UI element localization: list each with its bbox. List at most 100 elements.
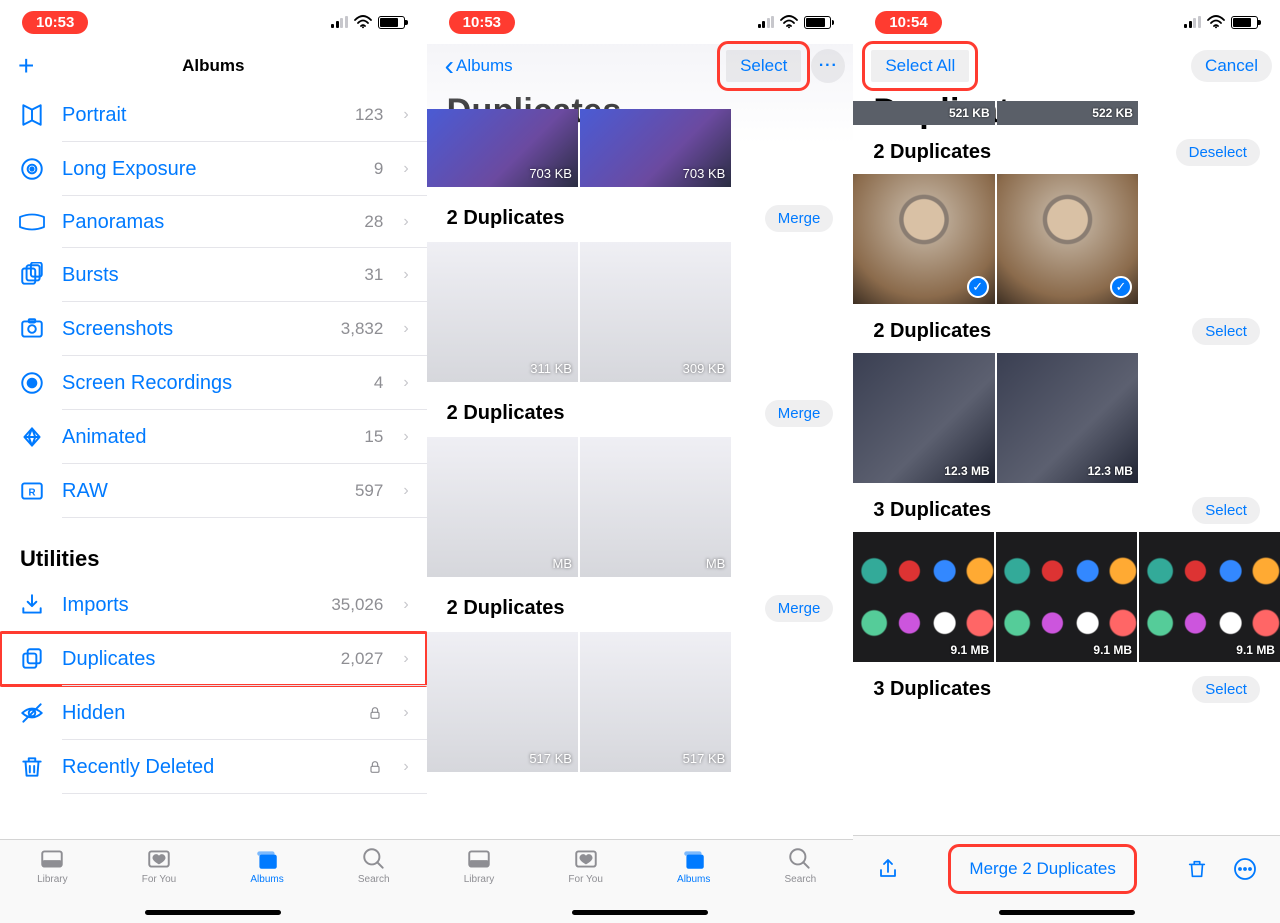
group-header: 2 Duplicates Merge [427, 382, 854, 437]
select-all-button[interactable]: Select All [871, 50, 969, 82]
merge-button[interactable]: Merge [765, 595, 834, 622]
chevron-right-icon: › [403, 650, 408, 668]
merge-button[interactable]: Merge 2 Duplicates [957, 853, 1127, 885]
add-button[interactable]: + [18, 50, 34, 82]
more-button[interactable] [1230, 854, 1260, 884]
tab-search[interactable]: Search [358, 846, 390, 923]
thumbnail[interactable]: 9.1 MB [1139, 532, 1280, 662]
list-row-hidden[interactable]: Hidden › [0, 686, 427, 740]
thumbnail[interactable]: ✓ [853, 174, 994, 304]
chevron-right-icon: › [403, 213, 408, 231]
thumbnail[interactable]: 9.1 MB [996, 532, 1137, 662]
thumbnail[interactable]: 522 KB [997, 101, 1138, 125]
row-label: Hidden [62, 702, 335, 725]
thumbnail[interactable]: MB [580, 437, 731, 577]
tab-search[interactable]: Search [785, 846, 817, 923]
list-row-screenshots[interactable]: Screenshots 3,832 › [0, 302, 427, 356]
duplicate-pair: 703 KB 703 KB [427, 109, 854, 187]
group-header: 2 Duplicates Deselect [853, 125, 1280, 174]
home-indicator [145, 910, 281, 915]
battery-icon [378, 16, 405, 29]
home-indicator [572, 910, 708, 915]
list-row-screen-rec[interactable]: Screen Recordings 4 › [0, 356, 427, 410]
list-row-portrait[interactable]: Portrait 123 › [0, 88, 427, 142]
select-button[interactable]: Select [726, 50, 801, 82]
chevron-right-icon: › [403, 106, 408, 124]
list-row-trash[interactable]: Recently Deleted › [0, 740, 427, 794]
thumbnail[interactable]: ✓ [997, 174, 1138, 304]
chevron-right-icon: › [403, 160, 408, 178]
screen-rec-icon [18, 370, 46, 396]
tab-label: Library [37, 874, 68, 885]
row-label: Imports [62, 594, 315, 617]
group-title: 2 Duplicates [447, 207, 565, 230]
tab-label: For You [142, 874, 176, 885]
chevron-right-icon: › [403, 482, 408, 500]
merge-button[interactable]: Merge [765, 400, 834, 427]
thumbnail[interactable]: 9.1 MB [853, 532, 994, 662]
group-header: 2 Duplicates Merge [427, 187, 854, 242]
status-bar: 10:54 [853, 0, 1280, 44]
thumbnail[interactable]: 703 KB [580, 109, 731, 187]
back-button[interactable]: ‹Albums [445, 56, 513, 76]
duplicate-group: 12.3 MB 12.3 MB [853, 353, 1280, 483]
share-button[interactable] [873, 854, 903, 884]
thumbnail[interactable]: 517 KB [580, 632, 731, 772]
nav-bar: ‹Albums Select ··· [427, 44, 854, 88]
thumbnail[interactable]: 311 KB [427, 242, 578, 382]
group-action-button[interactable]: Select [1192, 318, 1260, 345]
more-button[interactable]: ··· [811, 49, 845, 83]
duplicate-pair: 311 KB309 KB [427, 242, 854, 382]
duplicates-icon [18, 646, 46, 672]
row-label: Duplicates [62, 648, 325, 671]
thumbnail[interactable]: MB [427, 437, 578, 577]
recording-time: 10:54 [875, 11, 941, 34]
thumbnail[interactable]: 309 KB [580, 242, 731, 382]
thumbnail[interactable]: 12.3 MB [997, 353, 1138, 483]
tab-label: For You [568, 874, 602, 885]
long-exposure-icon [18, 156, 46, 182]
group-title: 3 Duplicates [873, 678, 991, 701]
wifi-icon [1207, 15, 1225, 29]
group-action-button[interactable]: Select [1192, 497, 1260, 524]
portrait-icon [18, 102, 46, 128]
group-header: 3 Duplicates Select [853, 483, 1280, 532]
imports-icon [18, 592, 46, 618]
screenshots-icon [18, 316, 46, 342]
list-row-imports[interactable]: Imports 35,026 › [0, 578, 427, 632]
group-title: 2 Duplicates [447, 402, 565, 425]
list-row-panorama[interactable]: Panoramas 28 › [0, 196, 427, 248]
thumbnail[interactable]: 12.3 MB [853, 353, 994, 483]
group-action-button[interactable]: Select [1192, 676, 1260, 703]
wifi-icon [354, 15, 372, 29]
merge-button[interactable]: Merge [765, 205, 834, 232]
row-count: 15 [364, 427, 383, 447]
group-title: 3 Duplicates [873, 499, 991, 522]
group-action-button[interactable]: Deselect [1176, 139, 1260, 166]
list-row-raw[interactable]: R RAW 597 › [0, 464, 427, 518]
duplicate-pair: 521 KB 522 KB [853, 101, 1280, 125]
thumbnail[interactable]: 521 KB [853, 101, 994, 125]
phone-3-select: 10:54 Select All Cancel Duplicates 521 K… [853, 0, 1280, 923]
list-row-bursts[interactable]: Bursts 31 › [0, 248, 427, 302]
list-row-animated[interactable]: Animated 15 › [0, 410, 427, 464]
row-count: 31 [364, 265, 383, 285]
lock-icon [367, 759, 383, 775]
tab-label: Albums [677, 874, 710, 885]
chevron-right-icon: › [403, 428, 408, 446]
duplicate-pair: 517 KB517 KB [427, 632, 854, 772]
status-bar: 10:53 [427, 0, 854, 44]
cancel-button[interactable]: Cancel [1191, 50, 1272, 82]
row-count: 4 [374, 373, 383, 393]
thumbnail[interactable]: 517 KB [427, 632, 578, 772]
group-header: 3 Duplicates Select [853, 662, 1280, 711]
tab-library[interactable]: Library [37, 846, 68, 923]
list-row-duplicates[interactable]: Duplicates 2,027 › [0, 632, 427, 686]
thumbnail[interactable]: 703 KB [427, 109, 578, 187]
list-row-long-exposure[interactable]: Long Exposure 9 › [0, 142, 427, 196]
row-count: 35,026 [331, 595, 383, 615]
trash-button[interactable] [1182, 854, 1212, 884]
chevron-right-icon: › [403, 374, 408, 392]
wifi-icon [780, 15, 798, 29]
tab-library[interactable]: Library [464, 846, 495, 923]
